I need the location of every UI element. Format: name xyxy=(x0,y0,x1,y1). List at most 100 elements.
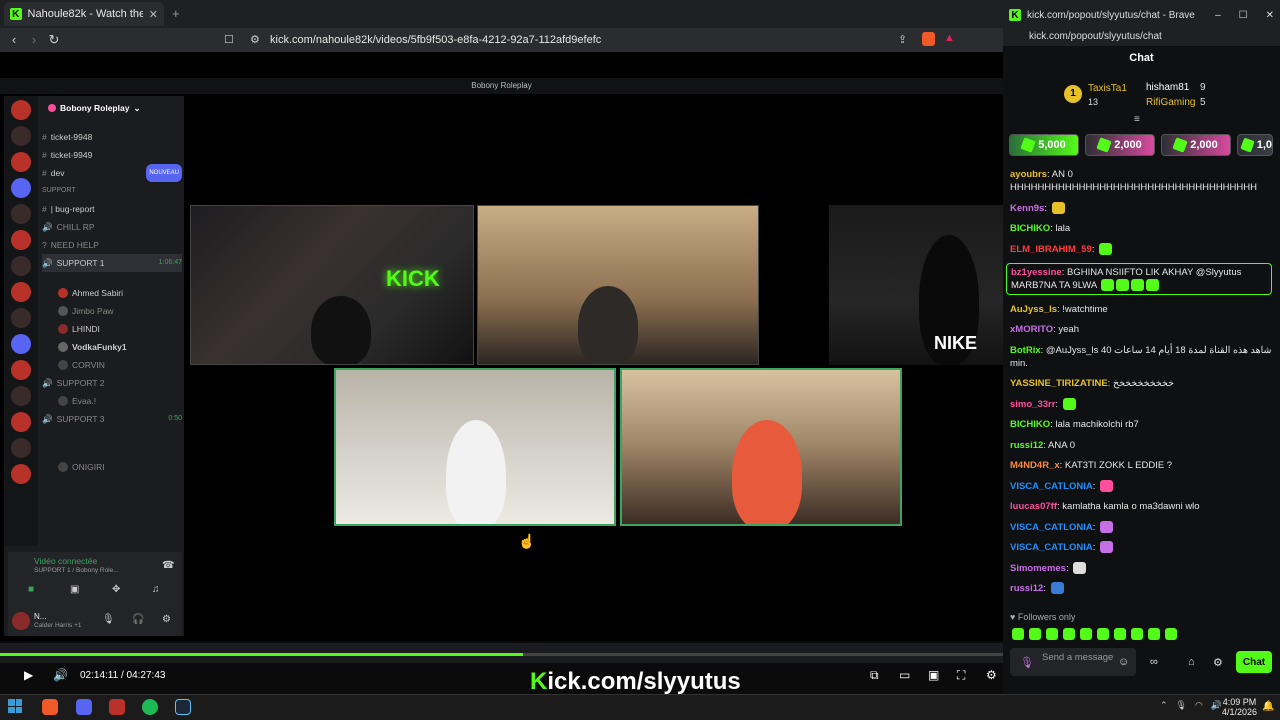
bookmark-icon[interactable]: ☐ xyxy=(224,33,234,46)
chat-username[interactable]: M4ND4R_x xyxy=(1010,460,1060,471)
forward-icon[interactable]: › xyxy=(24,32,44,47)
wifi-icon[interactable]: ◠ xyxy=(1195,700,1203,711)
voice-member[interactable]: Evaa.! xyxy=(42,392,182,410)
server-name[interactable]: Bobony Roleplay ⌄ xyxy=(42,96,182,120)
screen-share-icon[interactable]: ▣ xyxy=(70,584,79,595)
share-icon[interactable]: ⇪ xyxy=(898,33,907,46)
close-icon[interactable]: ✕ xyxy=(1266,10,1274,21)
volume-icon[interactable]: 🔊 xyxy=(53,668,68,682)
chat-send-button[interactable]: Chat xyxy=(1236,651,1272,673)
channel-item[interactable]: # dev NOUVEAU xyxy=(42,164,182,182)
chat-username[interactable]: ayoubrs xyxy=(1010,169,1047,180)
server-icon[interactable] xyxy=(11,308,31,328)
chat-address-bar[interactable]: kick.com/popout/slyyutus/chat xyxy=(1003,30,1280,46)
server-icon[interactable] xyxy=(11,152,31,172)
leaderboard-2nd[interactable]: hisham81 xyxy=(1146,82,1189,93)
emote-icon[interactable] xyxy=(1080,628,1092,640)
channel-item[interactable]: # ticket-9949 xyxy=(42,146,182,164)
server-icon[interactable] xyxy=(11,100,31,120)
avatar[interactable] xyxy=(12,612,30,630)
chat-username[interactable]: bz1yessine xyxy=(1011,267,1062,278)
emote-icon[interactable] xyxy=(1114,628,1126,640)
brave-shield-icon[interactable] xyxy=(922,32,935,46)
chat-username[interactable]: YASSINE_TIRIZATINE xyxy=(1010,378,1108,389)
new-tab-button[interactable]: + xyxy=(172,6,180,21)
reload-icon[interactable]: ↻ xyxy=(44,32,64,48)
server-icon[interactable] xyxy=(11,438,31,458)
store-icon[interactable]: ⌂ xyxy=(1188,656,1195,668)
fullscreen-icon[interactable]: ⛶ xyxy=(957,668,965,683)
chat-username[interactable]: VISCA_CATLONIA xyxy=(1010,481,1093,492)
emote-icon[interactable] xyxy=(1046,628,1058,640)
brave-rewards-icon[interactable]: ▲ xyxy=(944,32,955,44)
server-icon[interactable] xyxy=(11,178,31,198)
steam-taskbar-icon[interactable] xyxy=(175,699,191,715)
chat-username[interactable]: russi12 xyxy=(1010,440,1043,451)
camera-icon[interactable]: ■ xyxy=(28,584,34,595)
server-icon[interactable] xyxy=(11,334,31,354)
volume-icon[interactable]: 🔊 xyxy=(1211,700,1222,711)
channel-item[interactable]: # ticket-9948 xyxy=(42,128,182,146)
soundboard-icon[interactable]: ♫ xyxy=(152,584,160,595)
microphone-icon[interactable]: 🎙 xyxy=(102,614,115,625)
settings-gear-icon[interactable]: ⚙ xyxy=(1213,656,1223,669)
webcam-tile[interactable]: KICK xyxy=(190,205,474,365)
server-icon[interactable] xyxy=(11,412,31,432)
maximize-icon[interactable]: ☐ xyxy=(1239,10,1248,21)
chat-username[interactable]: VISCA_CATLONIA xyxy=(1010,542,1093,553)
voice-member[interactable]: CORVIN xyxy=(42,356,182,374)
voice-member[interactable]: Ahmed Sabiri xyxy=(42,284,182,302)
channel-category[interactable]: SUPPORT xyxy=(42,182,182,200)
site-info-icon[interactable]: ⚙ xyxy=(250,33,260,46)
gift-pill[interactable]: 2,000 xyxy=(1161,134,1231,156)
chat-username[interactable]: xMORITO xyxy=(1010,324,1053,335)
chat-username[interactable]: Kenn9s xyxy=(1010,203,1044,214)
voice-member[interactable]: VodkaFunky1 xyxy=(42,338,182,356)
settings-gear-icon[interactable]: ⚙ xyxy=(162,614,171,625)
gift-pill[interactable]: 2,000 xyxy=(1085,134,1155,156)
miniplayer-icon[interactable]: ⧉ xyxy=(870,668,879,683)
emote-icon[interactable] xyxy=(1029,628,1041,640)
chat-username[interactable]: BotRix xyxy=(1010,345,1041,356)
emote-icon[interactable] xyxy=(1131,628,1143,640)
chat-username[interactable]: ELM_IBRAHIM_59 xyxy=(1010,244,1092,255)
chat-username[interactable]: luucas07ff xyxy=(1010,501,1057,512)
gift-pill[interactable]: 1,0 xyxy=(1237,134,1273,156)
webcam-tile-speaking[interactable] xyxy=(620,368,902,526)
play-icon[interactable]: ▶ xyxy=(24,668,33,682)
url-field[interactable]: kick.com/nahoule82k/videos/5fb9f503-e8fa… xyxy=(270,34,601,46)
voice-channel[interactable]: 🔊 SUPPORT 2 xyxy=(42,374,182,392)
server-icon[interactable] xyxy=(11,256,31,276)
chevron-up-icon[interactable]: ⌃ xyxy=(1160,700,1168,711)
microphone-icon[interactable]: 🎙 xyxy=(1020,656,1034,669)
server-icon[interactable] xyxy=(11,204,31,224)
collapse-icon[interactable]: ≡ xyxy=(1134,114,1140,125)
start-icon[interactable] xyxy=(8,699,22,713)
leaderboard-1st[interactable]: TaxisTa1 xyxy=(1088,83,1127,94)
leaderboard-3rd[interactable]: RifiGaming xyxy=(1146,97,1195,108)
minimize-icon[interactable]: – xyxy=(1215,10,1221,21)
server-icon[interactable] xyxy=(11,282,31,302)
chat-username[interactable]: Simomemes xyxy=(1010,563,1066,574)
chat-username[interactable]: VISCA_CATLONIA xyxy=(1010,522,1093,533)
emoji-picker-icon[interactable]: ☺ xyxy=(1118,656,1129,668)
kicks-icon[interactable]: ∞ xyxy=(1150,656,1158,668)
server-icon[interactable] xyxy=(11,386,31,406)
channel-item[interactable]: # | bug-report xyxy=(42,200,182,218)
webcam-tile-speaking[interactable] xyxy=(334,368,616,526)
headphones-icon[interactable]: 🎧 xyxy=(132,614,144,625)
voice-channel[interactable]: 🔊 SUPPORT 3 0:50 xyxy=(42,410,182,428)
server-icon[interactable] xyxy=(11,360,31,380)
emote-icon[interactable] xyxy=(1097,628,1109,640)
brave-taskbar-icon[interactable] xyxy=(42,699,58,715)
emote-icon[interactable] xyxy=(1165,628,1177,640)
close-tab-icon[interactable]: ✕ xyxy=(149,8,158,21)
gift-pill[interactable]: 5,000 xyxy=(1009,134,1079,156)
voice-member[interactable]: ONIGIRI xyxy=(42,458,182,476)
server-icon[interactable] xyxy=(11,126,31,146)
chat-username[interactable]: AuJyss_ls xyxy=(1010,304,1057,315)
channel-item[interactable]: 🔊 CHILL RP xyxy=(42,218,182,236)
voice-channel-active[interactable]: 🔊 SUPPORT 1 1:06:47 xyxy=(42,254,182,272)
voice-member[interactable]: Jimbo Paw xyxy=(42,302,182,320)
webcam-tile[interactable] xyxy=(477,205,759,365)
